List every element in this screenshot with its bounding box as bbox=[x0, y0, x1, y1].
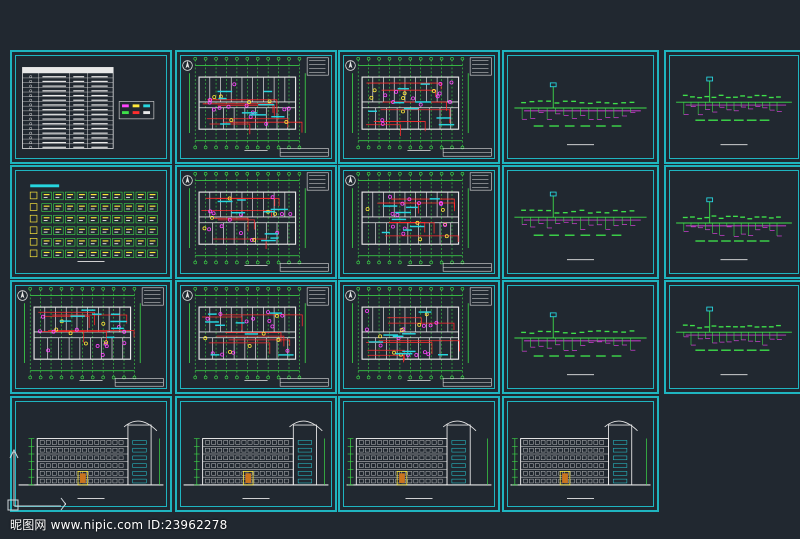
drawing-sheet-elevation[interactable] bbox=[338, 396, 500, 512]
floor-plan-drawing bbox=[182, 57, 329, 157]
north-arrow-icon bbox=[345, 290, 356, 301]
riser-diagram-drawing bbox=[514, 312, 647, 376]
floor-plan-drawing bbox=[182, 287, 329, 387]
drawing-sheet-legend-table[interactable] bbox=[10, 50, 172, 164]
drawing-sheet-floor-plan[interactable] bbox=[338, 280, 500, 394]
riser-diagram-drawing bbox=[676, 76, 792, 146]
drawing-sheet-elevation[interactable] bbox=[175, 396, 337, 512]
floor-plan-drawing bbox=[17, 287, 164, 387]
drawing-sheet-riser-diagram[interactable] bbox=[664, 165, 800, 279]
drawing-sheet-floor-plan[interactable] bbox=[338, 50, 500, 164]
elevation-drawing bbox=[346, 420, 492, 499]
floor-plan-drawing bbox=[345, 287, 492, 387]
drawing-sheet-floor-plan[interactable] bbox=[175, 165, 337, 279]
north-arrow-icon bbox=[182, 60, 193, 71]
title-block bbox=[279, 287, 329, 387]
elevation-drawing bbox=[510, 420, 651, 499]
drawing-sheet-symbol-grid[interactable] bbox=[10, 165, 172, 279]
drawing-sheet-riser-diagram[interactable] bbox=[502, 165, 659, 279]
riser-diagram-drawing bbox=[514, 82, 647, 146]
floor-plan-drawing bbox=[345, 57, 492, 157]
title-block bbox=[442, 287, 492, 387]
title-block bbox=[279, 172, 329, 272]
drawing-sheet-riser-diagram[interactable] bbox=[664, 50, 800, 164]
drawing-sheet-elevation[interactable] bbox=[502, 396, 659, 512]
floor-plan-drawing bbox=[182, 172, 329, 272]
north-arrow-icon bbox=[345, 175, 356, 186]
drawing-sheet-floor-plan[interactable] bbox=[175, 280, 337, 394]
legend-table-drawing bbox=[22, 67, 155, 149]
riser-diagram-drawing bbox=[514, 191, 647, 261]
north-arrow-icon bbox=[17, 290, 28, 301]
title-block bbox=[442, 57, 492, 157]
symbol-grid-drawing bbox=[29, 184, 158, 262]
floor-plan-drawing bbox=[345, 172, 492, 272]
drawing-sheet-floor-plan[interactable] bbox=[175, 50, 337, 164]
riser-diagram-drawing bbox=[676, 306, 792, 376]
riser-diagram-drawing bbox=[676, 197, 792, 261]
elevation-drawing bbox=[183, 420, 329, 499]
title-block bbox=[442, 172, 492, 272]
north-arrow-icon bbox=[182, 175, 193, 186]
drawing-canvas[interactable] bbox=[0, 0, 800, 539]
drawing-sheet-floor-plan[interactable] bbox=[10, 280, 172, 394]
north-arrow-icon bbox=[182, 290, 193, 301]
drawing-sheet-riser-diagram[interactable] bbox=[502, 280, 659, 394]
title-block bbox=[279, 57, 329, 157]
watermark-text: 昵图网 www.nipic.com ID:23962278 bbox=[10, 518, 228, 532]
drawing-sheet-riser-diagram[interactable] bbox=[664, 280, 800, 394]
title-block bbox=[114, 287, 164, 387]
north-arrow-icon bbox=[345, 60, 356, 71]
ucs-axis-icon bbox=[7, 448, 66, 511]
drawing-sheet-riser-diagram[interactable] bbox=[502, 50, 659, 164]
drawing-sheet-floor-plan[interactable] bbox=[338, 165, 500, 279]
